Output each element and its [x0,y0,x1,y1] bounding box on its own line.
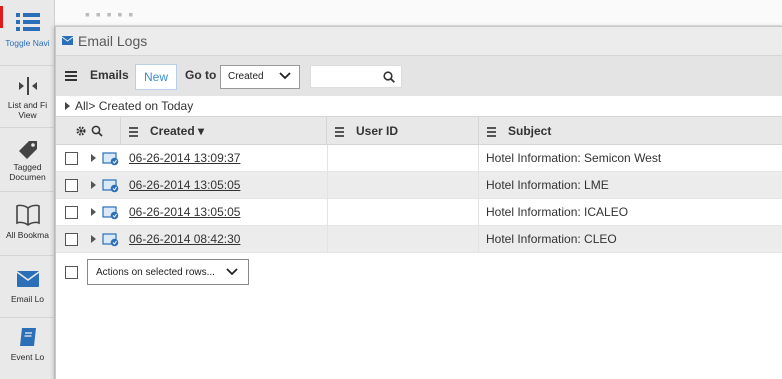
sidebar-item-label: Event Lo [10,352,45,362]
expand-row-icon[interactable] [91,181,96,189]
panel-title-bar: Email Logs [56,27,782,56]
column-header-label: User ID [356,124,399,138]
background-window-text: ▪ ▪ ▪ ▪ ▪ [85,6,135,22]
panel-title: Email Logs [78,33,148,49]
goto-select-value: Created [228,71,264,82]
goto-select[interactable]: Created [220,65,300,89]
split-view-icon [18,77,37,95]
row-checkbox[interactable] [65,233,78,246]
email-log-icon [102,152,119,166]
user-id-cell [327,172,479,199]
new-button[interactable]: New [135,64,177,90]
sidebar-item-label: All Bookma [6,230,49,240]
breadcrumb-current: Created on Today [98,99,194,113]
user-id-cell [327,145,479,172]
column-menu-icon[interactable] [487,127,496,139]
expand-row-icon[interactable] [91,208,96,216]
chevron-down-icon [226,268,238,276]
search-box [310,65,402,88]
sidebar-item-label-2: Documen [9,172,46,182]
search-icon[interactable] [383,71,395,83]
sidebar-item-label: Tagged [13,162,42,172]
breadcrumb-root[interactable]: All [75,99,88,113]
sidebar-item-list-and-file-view[interactable]: List and Fi View [0,66,55,128]
sidebar-item-label: List and Fi [7,100,48,110]
envelope-icon [16,271,39,287]
breadcrumb-separator: > [88,99,96,113]
envelope-icon [62,36,73,45]
chevron-down-icon [279,72,291,80]
select-all-checkbox[interactable] [65,266,78,279]
user-id-cell [327,199,479,226]
table-row[interactable]: 06-26-2014 08:42:30 Hotel Information: C… [56,226,782,253]
subject-cell: Hotel Information: CLEO [486,232,617,246]
row-checkbox[interactable] [65,152,78,165]
created-link[interactable]: 06-26-2014 13:09:37 [129,151,240,165]
column-menu-icon[interactable] [129,127,138,139]
column-header-created[interactable]: Created ▾ [121,117,327,145]
tag-icon [18,141,37,159]
column-header-subject[interactable]: Subject [479,117,782,145]
breadcrumb-text: All> Created on Today [75,99,193,113]
row-checkbox[interactable] [65,179,78,192]
created-link[interactable]: 06-26-2014 08:42:30 [129,232,240,246]
sidebar-item-toggle-navigation[interactable]: Toggle Navi [0,0,55,66]
actions-select-value: Actions on selected rows... [96,267,215,278]
created-link[interactable]: 06-26-2014 13:05:05 [129,205,240,219]
subject-cell: Hotel Information: ICALEO [486,205,629,219]
column-menu-icon[interactable] [335,127,344,139]
row-checkbox[interactable] [65,206,78,219]
menu-icon[interactable] [65,71,77,81]
email-log-icon [102,233,119,247]
sidebar-item-all-bookmarks[interactable]: All Bookma [0,192,55,256]
search-icon[interactable] [91,125,103,137]
search-input[interactable] [311,66,381,87]
sidebar-item-label-2: View [18,110,37,120]
table-row[interactable]: 06-26-2014 13:05:05 Hotel Information: L… [56,172,782,199]
left-sidebar: Toggle Navi List and Fi View Tagged Docu… [0,0,55,379]
table-header: Created ▾ User ID Subject [56,116,782,145]
table-row[interactable]: 06-26-2014 13:05:05 Hotel Information: I… [56,199,782,226]
table-footer: Actions on selected rows... [56,254,782,290]
email-log-icon [102,179,119,193]
sidebar-item-label: Toggle Navi [5,38,50,48]
sidebar-item-event-logs[interactable]: Event Lo [0,318,55,379]
emails-label: Emails [90,68,129,82]
column-header-label: Subject [508,124,552,138]
email-log-icon [102,206,119,220]
toolbar: Emails New Go to Created [56,56,782,96]
expand-row-icon[interactable] [91,154,96,162]
table-row[interactable]: 06-26-2014 13:09:37 Hotel Information: S… [56,145,782,172]
book-icon [15,204,40,226]
background-window-header: ▪ ▪ ▪ ▪ ▪ [55,0,782,26]
subject-cell: Hotel Information: Semicon West [486,151,662,165]
email-logs-panel: Email Logs Emails New Go to Created All>… [55,26,782,379]
actions-select[interactable]: Actions on selected rows... [87,259,249,285]
breadcrumb-expand-icon[interactable] [65,102,70,110]
subject-cell: Hotel Information: LME [486,178,609,192]
notebook-icon [19,328,36,346]
sidebar-item-tagged-documents[interactable]: Tagged Documen [0,128,55,192]
user-id-cell [327,226,479,253]
gear-icon[interactable] [75,125,87,137]
sidebar-item-label: Email Lo [10,294,45,304]
expand-row-icon[interactable] [91,235,96,243]
sidebar-item-email-logs[interactable]: Email Lo [0,256,55,318]
column-header-tools [56,117,121,145]
column-header-user-id[interactable]: User ID [327,117,479,145]
column-header-label: Created ▾ [150,124,205,138]
created-link[interactable]: 06-26-2014 13:05:05 [129,178,240,192]
goto-label: Go to [185,68,217,82]
list-icon [15,13,40,31]
breadcrumb: All> Created on Today [56,96,782,116]
